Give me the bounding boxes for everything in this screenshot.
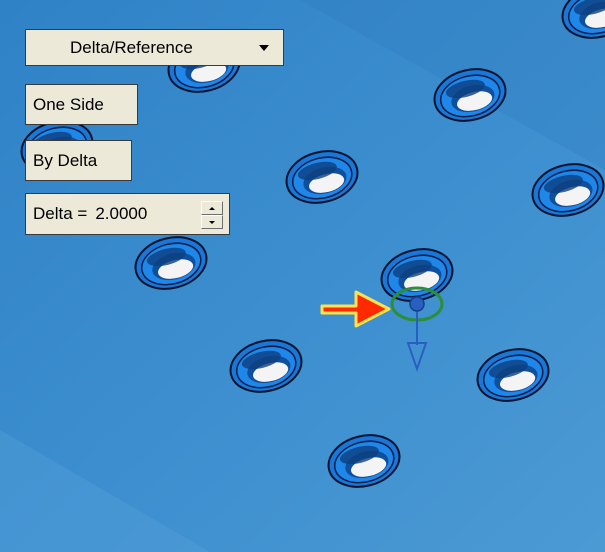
mode-dropdown[interactable]: Delta/Reference xyxy=(25,29,284,66)
delta-field[interactable]: Delta = 2.0000 xyxy=(25,193,230,235)
3d-viewport[interactable]: Delta/Reference One Side By Delta Delta … xyxy=(0,0,605,552)
by-delta-label: By Delta xyxy=(33,150,98,170)
part-surface xyxy=(0,0,605,552)
drag-handle[interactable] xyxy=(409,296,425,312)
delta-spinner[interactable] xyxy=(201,201,223,229)
spinner-down-icon[interactable] xyxy=(201,215,223,229)
one-side-label: One Side xyxy=(33,94,104,114)
mode-dropdown-value: Delta/Reference xyxy=(70,37,193,57)
one-side-button[interactable]: One Side xyxy=(25,84,138,125)
delta-value-input[interactable]: 2.0000 xyxy=(95,204,147,224)
chevron-down-icon[interactable] xyxy=(259,45,269,51)
spinner-up-icon[interactable] xyxy=(201,201,223,215)
delta-label: Delta = xyxy=(33,204,88,223)
by-delta-button[interactable]: By Delta xyxy=(25,140,132,181)
